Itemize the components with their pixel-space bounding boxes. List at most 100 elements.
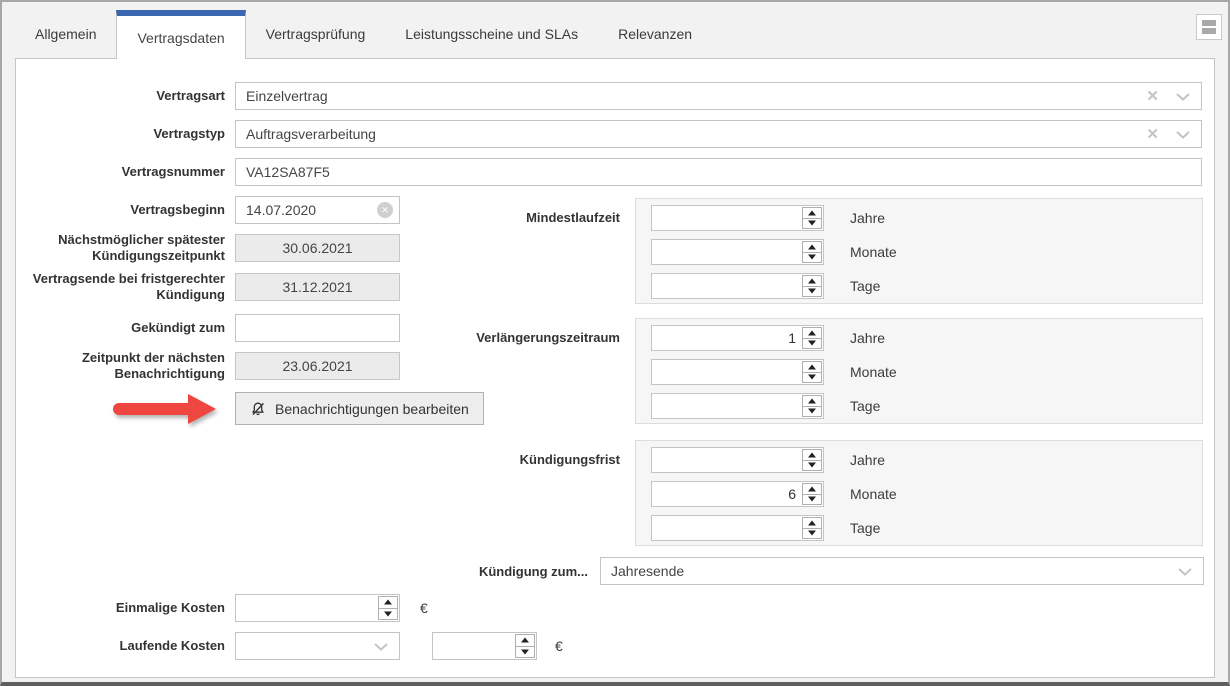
naechste-benachrichtigung-value [235,352,400,380]
spin-down-button[interactable] [379,609,397,620]
mindestlaufzeit-jahre-input[interactable] [651,205,824,231]
kuendigungsfrist-monate-input[interactable] [651,481,824,507]
vertragstyp-value: Auftragsverarbeitung [246,126,1146,142]
spin-up-button[interactable] [803,328,821,339]
spin-up-button[interactable] [803,518,821,529]
spin-up-button[interactable] [379,597,397,609]
verlaengerungszeitraum-jahre-input[interactable] [651,325,824,351]
einmalige-kosten-label: Einmalige Kosten [16,600,225,616]
kuendigungsfrist-tage-input[interactable] [651,515,824,541]
spin-up-button[interactable] [803,276,821,287]
benachrichtigungen-bearbeiten-button[interactable]: Benachrichtigungen bearbeiten [235,392,484,425]
chevron-down-icon[interactable] [1175,130,1191,139]
kuendigungsfrist-jahre-spinner[interactable] [651,447,824,473]
spin-down-button[interactable] [803,529,821,539]
hamburger-menu-button[interactable] [1196,14,1222,40]
vertragsende-label: Vertragsende bei fristgerechter Kündigun… [16,271,225,303]
spin-up-button[interactable] [803,396,821,407]
kuendigungsfrist-monate-spinner[interactable] [651,481,824,507]
verlaengerungszeitraum-monate-spinner[interactable] [651,359,824,385]
vertragsnummer-input[interactable] [235,158,1202,186]
tab-allgemein[interactable]: Allgemein [15,10,116,58]
clear-x-icon[interactable]: ✕ [1146,127,1159,142]
spin-up-button[interactable] [803,484,821,495]
tab-relevanzen[interactable]: Relevanzen [598,10,712,58]
tage-unit-label: Tage [850,520,880,536]
spin-up-button[interactable] [803,242,821,253]
spin-up-button[interactable] [803,208,821,219]
chevron-down-icon[interactable] [373,642,389,651]
tab-vertragsdaten[interactable]: Vertragsdaten [116,10,245,59]
verlaengerungszeitraum-label: Verlängerungszeitraum [350,330,620,345]
tage-unit-label: Tage [850,278,880,294]
chevron-down-icon[interactable] [1175,92,1191,101]
tab-leistungsscheine-slas[interactable]: Leistungsscheine und SLAs [385,10,598,58]
vertragsdaten-panel: Vertragsart Einzelvertrag ✕ Vertragstyp … [15,58,1215,678]
tab-bar: Allgemein Vertragsdaten Vertragsprüfung … [15,10,712,59]
hamburger-menu-icon [1202,20,1216,26]
spin-down-button[interactable] [803,339,821,349]
kuendigungsfrist-group: Jahre Monate Tage [635,440,1203,546]
monate-unit-label: Monate [850,244,897,260]
bell-slash-icon [250,401,266,417]
mindestlaufzeit-jahre-spinner[interactable] [651,205,824,231]
vertragsart-combobox[interactable]: Einzelvertrag ✕ [235,82,1202,110]
kuendigungszeitpunkt-label: Nächstmöglicher spätester Kündigungszeit… [16,232,225,264]
red-arrow-annotation [113,394,216,424]
verlaengerungszeitraum-tage-spinner[interactable] [651,393,824,419]
verlaengerungszeitraum-jahre-spinner[interactable] [651,325,824,351]
euro-symbol: € [555,638,563,654]
kuendigungsfrist-tage-spinner[interactable] [651,515,824,541]
einmalige-kosten-spinner[interactable] [235,594,400,622]
verlaengerungszeitraum-monate-input[interactable] [651,359,824,385]
arrow-tail [113,403,191,415]
verlaengerungszeitraum-group: Jahre Monate Tage [635,318,1203,424]
laufende-kosten-label: Laufende Kosten [16,638,225,654]
spin-down-button[interactable] [803,407,821,417]
vertragsbeginn-label: Vertragsbeginn [16,202,225,218]
spin-down-button[interactable] [803,495,821,505]
mindestlaufzeit-monate-input[interactable] [651,239,824,265]
spin-down-button[interactable] [803,219,821,229]
vertragstyp-label: Vertragstyp [16,126,225,142]
benachrichtigungen-bearbeiten-label: Benachrichtigungen bearbeiten [275,401,469,417]
spin-down-button[interactable] [516,647,534,658]
verlaengerungszeitraum-tage-input[interactable] [651,393,824,419]
kuendigungsfrist-label: Kündigungsfrist [350,452,620,467]
hamburger-menu-icon [1202,28,1216,34]
spin-up-button[interactable] [803,450,821,461]
kuendigung-zum-label: Kündigung zum... [318,564,588,579]
laufende-kosten-interval-combobox[interactable] [235,632,400,660]
vertragstyp-combobox[interactable]: Auftragsverarbeitung ✕ [235,120,1202,148]
spin-down-button[interactable] [803,287,821,297]
spin-up-button[interactable] [516,635,534,647]
arrow-head [188,394,216,424]
naechste-benachrichtigung-label: Zeitpunkt der nächsten Benachrichtigung [16,350,225,382]
tab-vertragspruefung[interactable]: Vertragsprüfung [246,10,386,58]
spin-down-button[interactable] [803,461,821,471]
kuendigungsfrist-jahre-input[interactable] [651,447,824,473]
kuendigungszeitpunkt-value [235,234,400,262]
app-window: Allgemein Vertragsdaten Vertragsprüfung … [0,0,1230,686]
mindestlaufzeit-monate-spinner[interactable] [651,239,824,265]
kuendigung-zum-combobox[interactable]: Jahresende [600,557,1204,585]
mindestlaufzeit-tage-spinner[interactable] [651,273,824,299]
vertragsnummer-label: Vertragsnummer [16,164,225,180]
laufende-kosten-spinner[interactable] [432,632,537,660]
vertragsende-value [235,273,400,301]
spin-down-button[interactable] [803,253,821,263]
clear-x-icon[interactable]: ✕ [1146,89,1159,104]
vertragsart-label: Vertragsart [16,88,225,104]
einmalige-kosten-input[interactable] [235,594,400,622]
mindestlaufzeit-label: Mindestlaufzeit [350,210,620,225]
spin-up-button[interactable] [803,362,821,373]
jahre-unit-label: Jahre [850,330,885,346]
chevron-down-icon[interactable] [1177,567,1193,576]
tage-unit-label: Tage [850,398,880,414]
mindestlaufzeit-tage-input[interactable] [651,273,824,299]
mindestlaufzeit-group: Jahre Monate Tage [635,198,1203,304]
euro-symbol: € [420,600,428,616]
spin-down-button[interactable] [803,373,821,383]
gekuendigt-zum-label: Gekündigt zum [16,320,225,336]
vertragsart-value: Einzelvertrag [246,88,1146,104]
